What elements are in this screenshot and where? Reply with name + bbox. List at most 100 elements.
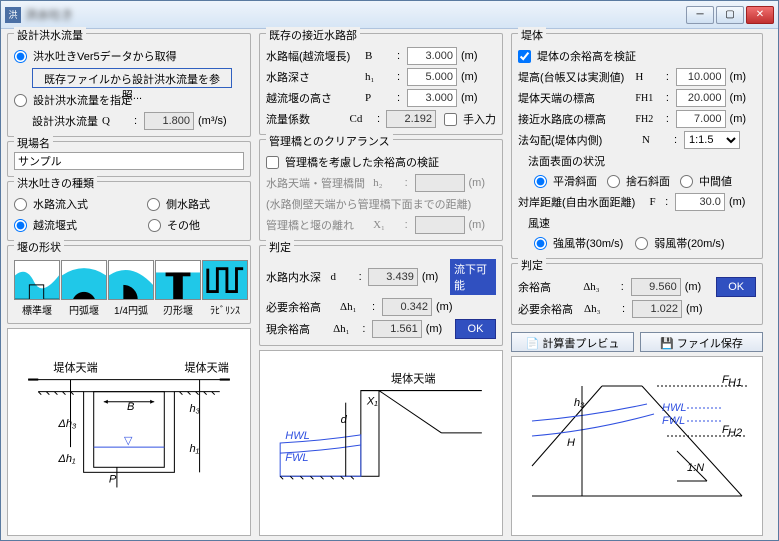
dh1a-label: 必要余裕高 [266,299,336,315]
svg-text:HWL: HWL [662,402,686,414]
svg-text:Δh₃: Δh₃ [57,418,77,430]
dh3a-sym: Δh₃ [583,281,617,293]
f-input[interactable] [675,193,725,211]
p-unit: (m) [461,92,489,104]
surface-opt1-label: 平滑斜面 [553,173,597,189]
x1-input [415,216,465,234]
type-opt3-label: 越流堰式 [33,217,77,233]
fh1-label: 堤体天端の標高 [518,90,631,106]
channel-title: 既存の接近水路部 [266,27,360,43]
dh1b-label: 現余裕高 [266,321,329,337]
type-opt1[interactable] [14,198,27,211]
titlebar: 洪 洪水吐き ─ ▢ ✕ [1,1,778,29]
d1-label: 堤体天端 [53,361,97,375]
shape-item[interactable]: 1/4円弧 [108,260,154,317]
svg-text:h₃: h₃ [574,397,585,409]
diagram-3: FH1 HWL FWL FH2 H h₃ 1:N [511,356,763,536]
shape-item[interactable]: 刃形堰 [155,260,201,317]
fh1-input[interactable] [676,89,726,107]
judge3-ok-button[interactable]: OK [716,277,756,297]
shape-label: 1/4円弧 [108,302,154,317]
h-sym: H [635,71,661,83]
save-button[interactable]: 💾 ファイル保存 [640,332,763,352]
p-input[interactable] [407,89,457,107]
shape-item[interactable]: 円弧堰 [61,260,107,317]
svg-text:1:N: 1:N [687,462,704,474]
f-unit: (m) [729,196,756,208]
ref-file-button[interactable]: 既存ファイルから設計洪水流量を参照... [32,68,232,88]
preview-button[interactable]: 📄 計算書プレビュー... [511,332,634,352]
design-flow-group: 設計洪水流量 洪水吐きVer5データから取得 既存ファイルから設計洪水流量を参照… [7,33,251,137]
dh3a-unit: (m) [685,281,713,293]
shape-label: 標準堰 [14,302,60,317]
h2-sym: h₂ [373,177,401,189]
svg-text:X₁: X₁ [366,396,378,408]
svg-text:FWL: FWL [285,452,308,464]
h-input[interactable] [676,68,726,86]
d-sym: d [330,271,354,283]
judge2-title: 判定 [266,239,294,255]
dh1a-input [382,298,432,316]
surface-opt3-label: 中間値 [699,173,732,189]
wind-opt2[interactable] [635,237,648,250]
svg-text:堤体天端: 堤体天端 [184,361,228,375]
svg-text:B: B [127,401,135,413]
type-opt3[interactable] [14,219,27,232]
shape-item[interactable]: ﾗﾋﾞﾘﾝｽ [202,260,248,317]
dam-verify-check[interactable] [518,50,531,63]
cd-input[interactable] [386,110,436,128]
type-title: 洪水吐きの種類 [14,175,97,191]
close-button[interactable]: ✕ [746,6,774,24]
save-label: ファイル保存 [677,338,743,350]
dam-title: 堤体 [518,27,546,43]
shape-item[interactable]: 標準堰 [14,260,60,317]
h1-sym: h₁ [365,71,393,83]
h1-label: 水路深さ [266,69,361,85]
type-opt2[interactable] [147,198,160,211]
judge2-ok-button[interactable]: OK [455,319,496,339]
maximize-button[interactable]: ▢ [716,6,744,24]
window-title: 洪水吐き [25,6,686,23]
shape-title: 堰の形状 [14,239,64,255]
fh2-input[interactable] [676,110,726,128]
type-opt1-label: 水路流入式 [33,196,88,212]
dh1a-unit: (m) [436,301,464,313]
cd-manual-check[interactable] [444,113,457,126]
clearance-check[interactable] [266,156,279,169]
h2-unit: (m) [469,177,497,189]
type-opt2-label: 側水路式 [166,196,210,212]
dam-verify-label: 堤体の余裕高を検証 [537,48,636,64]
fh2-sym: FH2 [635,114,661,125]
d-unit: (m) [422,271,446,283]
opt-specify[interactable] [14,94,27,107]
d-label: 水路内水深 [266,269,326,285]
surface-title: 法面表面の状況 [528,153,756,169]
surface-opt1[interactable] [534,175,547,188]
clearance-note: (水路側壁天端から管理橋下面までの距離) [266,196,471,212]
type-opt4-label: その他 [167,217,200,233]
n-select[interactable]: 1:1.5 [684,131,740,149]
p-sym: P [365,92,393,104]
svg-text:h₁: h₁ [190,443,200,455]
x1-unit: (m) [469,219,497,231]
h1-input[interactable] [407,68,457,86]
minimize-button[interactable]: ─ [686,6,714,24]
f-sym: F [650,196,662,208]
opt-from-ver5[interactable] [14,50,27,63]
surface-opt2-label: 捨石斜面 [626,173,670,189]
site-name-input[interactable] [14,152,244,170]
save-icon: 💾 [660,338,674,350]
clearance-check-label: 管理橋を考慮した余裕高の検証 [285,154,439,170]
surface-opt3[interactable] [680,175,693,188]
type-opt4[interactable] [148,219,161,232]
x1-sym: X₁ [373,219,401,231]
f-label: 対岸距離(自由水面距離) [518,194,646,210]
dh1a-sym: Δh₁ [340,301,368,313]
wind-opt1[interactable] [534,237,547,250]
surface-opt2[interactable] [607,175,620,188]
b-input[interactable] [407,47,457,65]
clearance-group: 管理橋とのクリアランス 管理橋を考慮した余裕高の検証 水路天端・管理橋間h₂:(… [259,139,503,241]
channel-group: 既存の接近水路部 水路幅(越流堰長)B:(m) 水路深さh₁:(m) 越流堰の高… [259,33,503,135]
q-input[interactable] [144,112,194,130]
opt-specify-label: 設計洪水流量を指定 [33,92,132,108]
